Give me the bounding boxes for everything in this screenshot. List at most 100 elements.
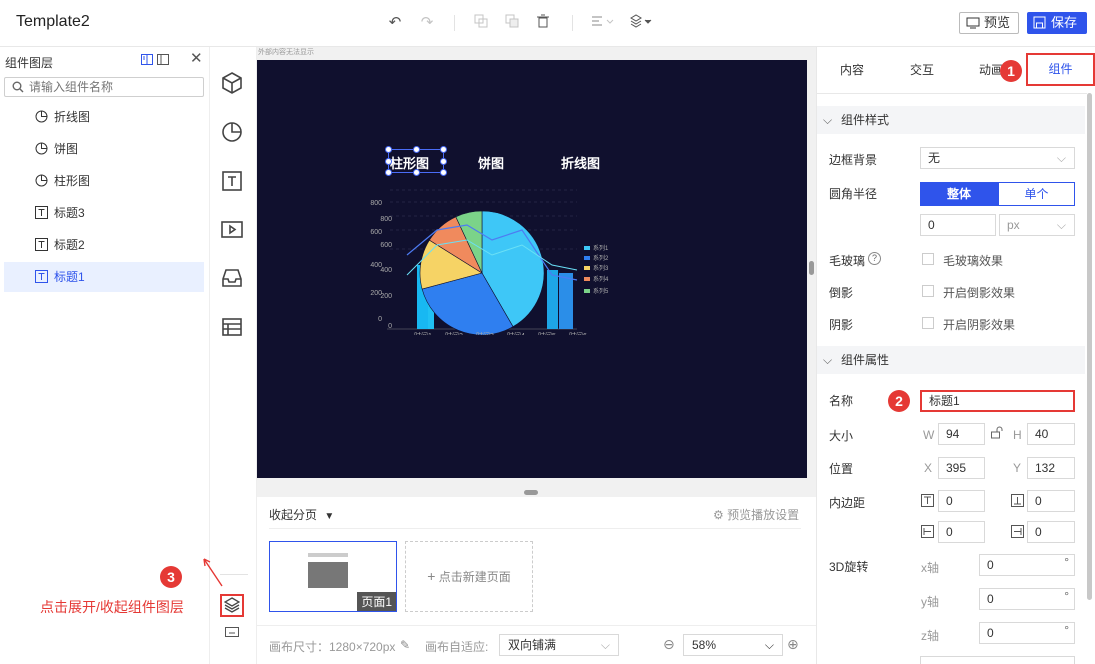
layout-split-icon[interactable] xyxy=(141,54,153,68)
height-input[interactable]: 40 xyxy=(1027,423,1075,445)
toolbar-divider xyxy=(572,15,573,31)
layer-item-label: 标题3 xyxy=(54,206,85,220)
keyboard-icon[interactable] xyxy=(225,627,239,637)
tab-content[interactable]: 内容 xyxy=(817,47,887,93)
layer-item[interactable]: 柱形图 xyxy=(4,166,204,196)
radius-single-button[interactable]: 单个 xyxy=(998,182,1075,206)
layer-item[interactable]: 标题2 xyxy=(4,230,204,260)
resize-handle[interactable] xyxy=(440,146,447,153)
close-icon[interactable]: ✕ xyxy=(190,51,203,66)
section-component-attr[interactable]: ⌵ 组件属性 xyxy=(817,346,1085,374)
resize-handle[interactable] xyxy=(385,158,392,165)
save-button[interactable]: 保存 xyxy=(1027,12,1087,34)
playback-settings-link[interactable]: ⚙ 预览播放设置 xyxy=(713,506,799,523)
radius-unit-select[interactable]: px ⌵ xyxy=(999,214,1075,236)
resize-handle[interactable] xyxy=(440,158,447,165)
tab-component[interactable]: 组件 xyxy=(1026,53,1095,86)
page-thumbnail[interactable]: 页面1 xyxy=(269,541,397,612)
section-component-style[interactable]: ⌵ 组件样式 xyxy=(817,106,1085,134)
y-input[interactable]: 132 xyxy=(1027,457,1075,479)
lock-icon[interactable] xyxy=(990,426,1003,442)
help-icon[interactable]: ? xyxy=(868,252,881,265)
glass-checkbox[interactable] xyxy=(922,253,934,265)
rotation-y-input[interactable]: 0 ° xyxy=(979,588,1075,610)
x-input[interactable]: 395 xyxy=(938,457,985,479)
reflect-check-label: 开启倒影效果 xyxy=(943,286,1016,300)
padding-left-input[interactable]: 0 xyxy=(938,521,985,543)
layer-item[interactable]: 标题1 xyxy=(4,262,204,292)
padding-right-input[interactable]: 0 xyxy=(1027,521,1075,543)
table-icon[interactable] xyxy=(220,315,244,339)
edit-icon[interactable]: ✎ xyxy=(400,638,410,652)
layer-search-field[interactable] xyxy=(4,77,204,97)
next-input-partial[interactable] xyxy=(920,656,1075,664)
design-canvas[interactable]: 柱形图 饼图 折线图 80080060060040040020020000时间1… xyxy=(257,60,807,478)
fit-select[interactable]: 双向铺满 ⌵ xyxy=(499,634,619,656)
rotation-z-value: 0 xyxy=(987,626,994,640)
callout-badge-1: 1 xyxy=(1000,60,1022,82)
width-input[interactable]: 94 xyxy=(938,423,985,445)
layer-item[interactable]: 标题3 xyxy=(4,198,204,228)
collapse-pages-button[interactable]: 收起分页 ▼ xyxy=(269,506,334,523)
radius-unit-value: px xyxy=(1007,218,1020,232)
rotation-x-input[interactable]: 0 ° xyxy=(979,554,1075,576)
save-label: 保存 xyxy=(1051,15,1078,30)
shadow-checkbox[interactable] xyxy=(922,317,934,329)
canvas-size-label: 画布尺寸：1280×720px xyxy=(269,640,396,654)
zoom-in-icon[interactable]: ⊕ xyxy=(787,636,799,653)
name-input[interactable]: 标题1 xyxy=(920,390,1075,412)
layer-search-input[interactable] xyxy=(29,80,199,94)
padding-top-input[interactable]: 0 xyxy=(938,490,985,512)
layer-order-icon[interactable] xyxy=(628,14,654,32)
callout-badge-3: 3 xyxy=(160,566,182,588)
canvas-scrollbar-v[interactable] xyxy=(809,261,814,275)
align-icon[interactable] xyxy=(590,14,616,32)
border-bg-select[interactable]: 无 ⌵ xyxy=(920,147,1075,169)
shadow-label: 阴影 xyxy=(829,318,854,332)
tab-interaction[interactable]: 交互 xyxy=(887,47,957,93)
layout-panel-icon[interactable] xyxy=(157,54,169,68)
zoom-out-icon[interactable]: ⊖ xyxy=(663,636,675,653)
layer-item[interactable]: 饼图 xyxy=(4,134,204,164)
pie-chart-icon[interactable] xyxy=(220,120,244,144)
layer-toggle-highlight[interactable] xyxy=(220,594,244,617)
padding-bottom-input[interactable]: 0 xyxy=(1027,490,1075,512)
layer-item[interactable]: 折线图 xyxy=(4,102,204,132)
undo-icon[interactable]: ↶ xyxy=(386,14,404,32)
resize-handle[interactable] xyxy=(440,169,447,176)
chevron-down-icon: ⌵ xyxy=(764,638,774,652)
chevron-down-icon: ⌵ xyxy=(1056,151,1066,165)
cube-icon[interactable] xyxy=(220,71,244,95)
video-icon[interactable] xyxy=(220,217,244,241)
zoom-select[interactable]: 58% ⌵ xyxy=(683,634,783,656)
reflect-checkbox[interactable] xyxy=(922,285,934,297)
thumb-header xyxy=(308,553,348,557)
resize-handle[interactable] xyxy=(385,169,392,176)
new-page-button[interactable]: + 点击新建页面 xyxy=(405,541,533,612)
y-prefix: Y xyxy=(1013,461,1022,475)
combo-chart[interactable]: 80080060060040040020020000时间1时间2时间3时间4时间… xyxy=(362,185,622,335)
padding-right-icon xyxy=(1011,525,1024,538)
preview-button[interactable]: 预览 xyxy=(959,12,1019,34)
radius-whole-button[interactable]: 整体 xyxy=(920,182,998,206)
resize-handle[interactable] xyxy=(413,146,420,153)
x-tick-label: 时间4 xyxy=(507,331,525,335)
rotation-z-input[interactable]: 0 ° xyxy=(979,622,1075,644)
paste-icon[interactable] xyxy=(503,14,521,32)
props-scrollbar[interactable] xyxy=(1087,93,1092,600)
delete-icon[interactable] xyxy=(534,14,552,32)
selection-box[interactable] xyxy=(385,146,447,176)
redo-icon[interactable]: ↷ xyxy=(418,14,436,32)
radius-input[interactable]: 0 xyxy=(920,214,996,236)
legend-swatch xyxy=(584,246,590,250)
pie-chart-icon xyxy=(35,110,48,123)
resize-handle[interactable] xyxy=(385,146,392,153)
canvas-title-line[interactable]: 折线图 xyxy=(561,153,600,172)
copy-icon[interactable] xyxy=(472,14,490,32)
resize-handle[interactable] xyxy=(413,169,420,176)
inbox-icon[interactable] xyxy=(220,266,244,290)
canvas-title-pie[interactable]: 饼图 xyxy=(478,153,504,172)
name-label: 名称 xyxy=(829,394,854,408)
canvas-scrollbar-h[interactable] xyxy=(524,490,538,495)
text-icon[interactable] xyxy=(220,169,244,193)
